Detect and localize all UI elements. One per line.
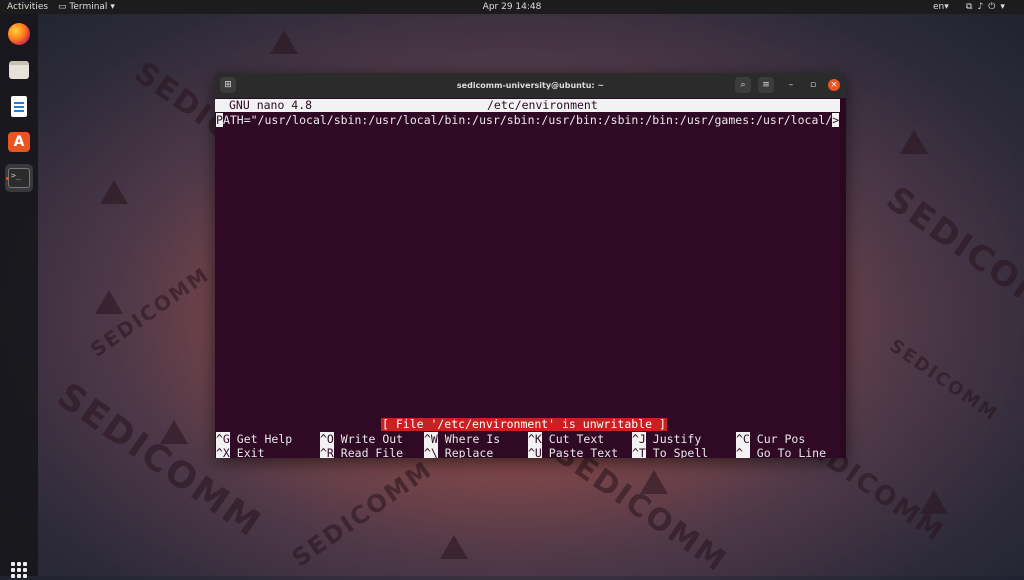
hamburger-menu-icon: ≡	[762, 80, 770, 90]
shortcut-go-to-line[interactable]: ^_ Go To Line	[736, 446, 826, 458]
shortcut-where-is[interactable]: ^W Where Is	[424, 432, 500, 446]
system-tray[interactable]: ⧉ ♪ ⏻ ▾	[966, 0, 1010, 14]
top-bar: Activities ▭ Terminal ▾ Apr 29 14:48 en▾…	[0, 0, 1024, 14]
terminal-icon: >_	[8, 168, 30, 188]
wallpaper-logo-text: SEDICOMM	[286, 455, 438, 573]
dock-writer[interactable]	[5, 92, 33, 120]
shortcut-label: Exit	[236, 446, 265, 458]
shortcut-key: ^U	[528, 446, 542, 458]
wallpaper-triangle	[270, 30, 298, 54]
shortcut-exit[interactable]: ^X Exit	[216, 446, 265, 458]
shortcut-key: ^K	[528, 432, 542, 446]
shortcut-key: ^J	[632, 432, 646, 446]
file-line-1[interactable]: PATH="/usr/local/sbin:/usr/local/bin:/us…	[216, 113, 840, 127]
shortcut-key: ^\	[424, 446, 438, 458]
dock-firefox[interactable]	[5, 20, 33, 48]
shortcut-label: Where Is	[444, 432, 501, 446]
files-icon	[9, 61, 29, 79]
chevron-down-icon: ▾	[944, 2, 949, 12]
close-icon: ×	[830, 80, 838, 90]
shortcut-get-help[interactable]: ^G Get Help	[216, 432, 292, 446]
software-store-icon: A	[8, 132, 30, 152]
network-icon: ⧉	[966, 2, 973, 12]
shortcut-label: Write Out	[340, 432, 404, 446]
shortcut-key: ^X	[216, 446, 230, 458]
shortcut-read-file[interactable]: ^R Read File	[320, 446, 403, 458]
file-line-text: ATH="/usr/local/sbin:/usr/local/bin:/usr…	[222, 113, 833, 127]
wallpaper-triangle	[440, 535, 468, 559]
text-cursor: P	[216, 113, 223, 127]
language-label: en	[933, 2, 945, 12]
shortcut-key: ^O	[320, 432, 334, 446]
maximize-button[interactable]: ▫	[807, 79, 819, 91]
shortcut-key: ^W	[424, 432, 438, 446]
maximize-icon: ▫	[809, 80, 817, 90]
nano-version: GNU nano 4.8	[229, 98, 313, 112]
close-button[interactable]: ×	[828, 79, 840, 91]
shortcut-label: Cur Pos	[756, 432, 806, 446]
shortcut-key: ^G	[216, 432, 230, 446]
terminal-content[interactable]: GNU nano 4.8 /etc/environment PATH="/usr…	[215, 98, 846, 458]
shortcut-key: ^R	[320, 446, 334, 458]
running-indicator	[6, 177, 9, 180]
shortcut-justify[interactable]: ^J Justify	[632, 432, 701, 446]
shortcut-key: ^_	[736, 446, 750, 458]
nano-status-message: [ File '/etc/environment' is unwritable …	[381, 417, 667, 431]
nano-header-bar: GNU nano 4.8 /etc/environment	[215, 99, 840, 112]
menu-button[interactable]: ≡	[758, 77, 774, 93]
line-overflow-marker: >	[832, 113, 840, 127]
wallpaper-triangle	[95, 290, 123, 314]
minimize-button[interactable]: –	[785, 79, 797, 91]
window-titlebar[interactable]: ⊞ sedicomm-university@ubuntu: ~ ⌕ ≡ – ▫ …	[215, 73, 846, 98]
dock-files[interactable]	[5, 56, 33, 84]
shortcut-label: Paste Text	[548, 446, 619, 458]
shortcut-write-out[interactable]: ^O Write Out	[320, 432, 403, 446]
window-title: sedicomm-university@ubuntu: ~	[456, 81, 605, 90]
shortcut-cut-text[interactable]: ^K Cut Text	[528, 432, 604, 446]
firefox-icon	[8, 23, 30, 45]
dock-software[interactable]: A	[5, 128, 33, 156]
dock-terminal[interactable]: >_	[5, 164, 33, 192]
shortcut-label: To Spell	[652, 446, 709, 458]
language-indicator[interactable]: en▾	[933, 0, 949, 14]
terminal-scrollbar[interactable]	[840, 98, 846, 458]
shortcut-label: Go To Line	[756, 446, 827, 458]
shortcut-label: Get Help	[236, 432, 293, 446]
wallpaper-logo-text: SEDICOMM	[878, 178, 1024, 342]
wallpaper-triangle	[900, 130, 928, 154]
dock: A >_	[0, 14, 38, 578]
wallpaper-triangle	[100, 180, 128, 204]
shortcut-replace[interactable]: ^\ Replace	[424, 446, 493, 458]
shortcut-key: ^T	[632, 446, 646, 458]
shortcut-to-spell[interactable]: ^T To Spell	[632, 446, 708, 458]
shortcut-label: Read File	[340, 446, 404, 458]
wallpaper-logo-text: SEDICOMM	[885, 335, 1002, 426]
power-icon: ⏻	[988, 2, 996, 12]
shortcut-paste-text[interactable]: ^U Paste Text	[528, 446, 618, 458]
writer-icon	[11, 95, 27, 117]
clock[interactable]: Apr 29 14:48	[0, 0, 1024, 14]
volume-icon: ♪	[977, 2, 984, 12]
chevron-down-icon: ▾	[1000, 2, 1005, 12]
nano-filename: /etc/environment	[487, 98, 598, 112]
search-button[interactable]: ⌕	[735, 77, 751, 93]
terminal-window: ⊞ sedicomm-university@ubuntu: ~ ⌕ ≡ – ▫ …	[215, 73, 846, 458]
shortcut-label: Cut Text	[548, 432, 605, 446]
shortcut-label: Replace	[444, 446, 494, 458]
shortcut-cur-pos[interactable]: ^C Cur Pos	[736, 432, 805, 446]
search-icon: ⌕	[740, 80, 746, 90]
shortcut-label: Justify	[652, 432, 702, 446]
wallpaper-triangle	[160, 420, 188, 444]
wallpaper-triangle	[640, 470, 668, 494]
shortcut-key: ^C	[736, 432, 750, 446]
minimize-icon: –	[788, 80, 794, 90]
wallpaper-triangle	[920, 490, 948, 514]
